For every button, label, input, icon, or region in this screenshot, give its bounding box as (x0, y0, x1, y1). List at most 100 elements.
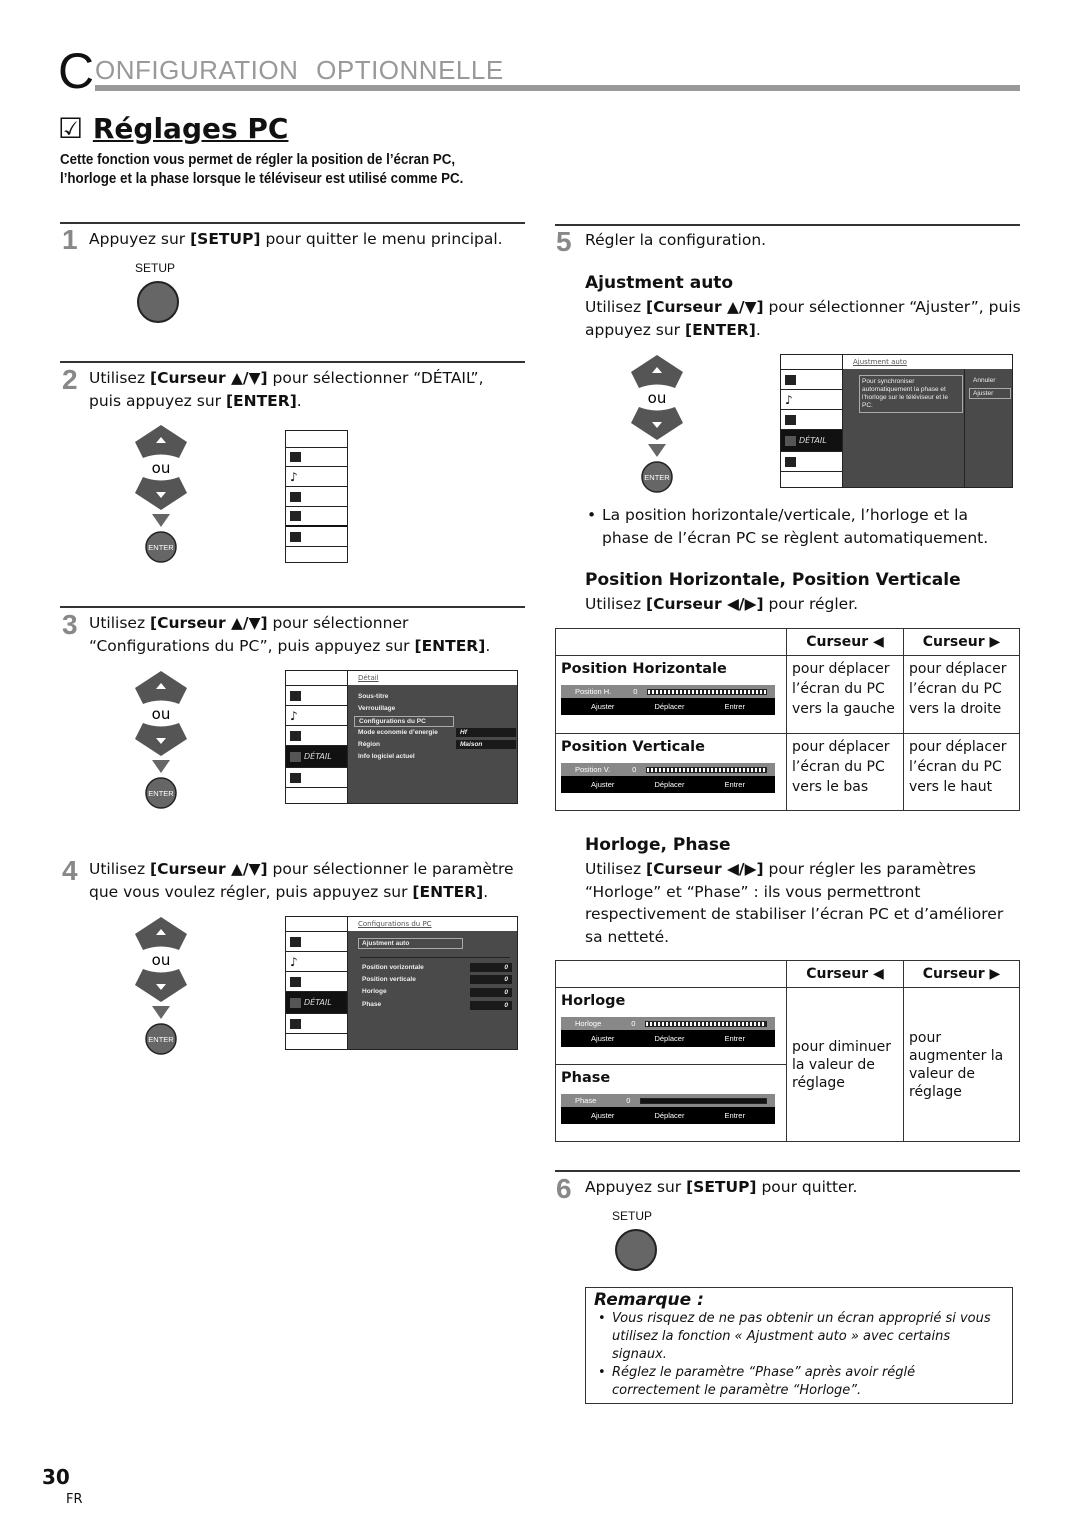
cell: pour déplacer l’écran du PC vers le bas (786, 733, 904, 811)
note-box: Remarque : Vous risquez de ne pas obteni… (585, 1287, 1013, 1404)
music-note-icon: ♪ (785, 392, 793, 407)
arrow-down-icon (648, 444, 666, 457)
slider[interactable] (640, 1097, 767, 1104)
cell: pour augmenter la valeur de réglage (903, 987, 1020, 1142)
menu-item[interactable]: Position vorizontale (362, 964, 424, 971)
menu-item[interactable]: Info logiciel actuel (358, 753, 415, 760)
position-table: Curseur ◀ Curseur ▶ Position Horizontale … (555, 628, 1020, 811)
menu-item[interactable]: Sous-titre (358, 693, 388, 700)
note-item: Réglez le paramètre “Phase” après avoir … (594, 1364, 1004, 1400)
menu-picture[interactable] (286, 686, 347, 706)
panel-title: Configurations du PC (348, 917, 517, 931)
auto-panel: Ajustment auto Pour synchroniser automat… (843, 355, 1012, 487)
menu-detail[interactable]: DÉTAIL (286, 992, 347, 1014)
picture-icon (290, 690, 301, 701)
auto-adjust-item[interactable]: Ajustment auto (358, 938, 463, 949)
menu-channel[interactable] (781, 410, 842, 430)
menu-item[interactable]: Horloge (362, 988, 387, 995)
menu-picture[interactable] (781, 370, 842, 390)
menu-channel[interactable] (286, 487, 347, 507)
header-initial: C (58, 43, 95, 99)
menu-detail[interactable]: DÉTAIL (781, 430, 842, 452)
cell: pour déplacer l’écran du PC vers le haut (903, 733, 1020, 811)
remote-cursor-enter: ou ENTER (135, 425, 187, 563)
menu-item[interactable]: Phase (362, 1001, 381, 1008)
slider[interactable] (646, 766, 767, 773)
menu-language[interactable] (286, 527, 347, 547)
position-heading: Position Horizontale, Position Verticale (585, 570, 961, 590)
music-note-icon: ♪ (290, 708, 298, 723)
menu-item[interactable]: Verrouillage (358, 705, 395, 712)
cell: pour diminuer la valeur de réglage (786, 987, 904, 1142)
menu-item[interactable]: Mode economie d’energie (358, 729, 438, 736)
language-code: FR (66, 1492, 83, 1507)
page-number: 30 (42, 1465, 70, 1489)
slider[interactable] (645, 1020, 767, 1027)
menu-sound[interactable]: ♪ (286, 706, 347, 726)
arrow-down-icon (152, 1006, 170, 1019)
divider (60, 361, 525, 363)
edit-icon (290, 772, 301, 783)
slider[interactable] (647, 688, 767, 695)
menu-channel[interactable] (286, 726, 347, 746)
setup-button[interactable] (137, 281, 179, 323)
menu-sidebar: ♪ (285, 430, 348, 563)
divider (60, 606, 525, 608)
menu-language[interactable] (286, 1014, 347, 1034)
step-1-text: Appuyez sur [SETUP] pour quitter le menu… (89, 230, 503, 248)
step-number: 1 (62, 224, 78, 255)
clock-heading: Horloge, Phase (585, 835, 731, 855)
step-number: 2 (62, 364, 78, 395)
step-5-text: Régler la configuration. (585, 231, 767, 249)
panel-title: Détail (348, 671, 517, 685)
row-label: Horloge (561, 993, 626, 1009)
menu-value: 0 (470, 988, 512, 997)
intro-text: Cette fonction vous permet de régler la … (60, 152, 464, 187)
row-label: Position Verticale (561, 739, 705, 755)
position-text: Utilisez [Curseur ◀/▶] pour régler. (585, 595, 859, 613)
menu-language[interactable] (286, 768, 347, 788)
setup-label: SETUP (135, 261, 176, 275)
arrow-down-icon (152, 760, 170, 773)
remote-cursor-enter: ou ENTER (135, 917, 187, 1055)
menu-value: 0 (470, 975, 512, 984)
cancel-option[interactable]: Annuler (973, 377, 995, 384)
list-icon (290, 491, 301, 502)
menu-detail[interactable] (286, 507, 347, 527)
menu-picture[interactable] (286, 448, 347, 467)
setup-button[interactable] (615, 1229, 657, 1271)
menu-language[interactable] (781, 452, 842, 472)
osd-position-h: Position H. 0 Ajuster Déplacer Entrer (561, 685, 775, 715)
detail-icon (290, 997, 301, 1008)
menu-channel[interactable] (286, 972, 347, 992)
setup-label: SETUP (612, 1209, 653, 1223)
table-row: Position Verticale Position V. 0 Ajuster Dé… (555, 733, 1020, 811)
enter-label: ENTER (148, 543, 174, 552)
col-cursor-right: Curseur ▶ (903, 628, 1020, 656)
osd-clock: Horloge 0 Ajuster Déplacer Entrer (561, 1017, 775, 1047)
osd-phase: Phase 0 Ajuster Déplacer Entrer (561, 1094, 775, 1124)
enter-label: ENTER (644, 473, 670, 482)
menu-sound[interactable]: ♪ (781, 390, 842, 410)
menu-value: 0 (470, 1001, 512, 1010)
menu-picture[interactable] (286, 932, 347, 952)
menu-value: Hf (456, 728, 516, 737)
auto-text: Utilisez [Curseur ▲/▼] pour sélectionner… (585, 298, 1021, 339)
divider (555, 1170, 1020, 1172)
edit-icon (290, 531, 301, 542)
divider (60, 222, 525, 224)
menu-detail[interactable]: DÉTAIL (286, 746, 347, 768)
menu-item[interactable]: Position verticale (362, 976, 416, 983)
pc-settings-menu: ♪ DÉTAIL Configurations du PC Ajustment … (285, 916, 518, 1050)
or-label: ou (152, 951, 171, 969)
divider (555, 224, 1020, 226)
auto-heading: Ajustment auto (585, 273, 734, 293)
menu-value: Maison (456, 740, 516, 749)
menu-sound[interactable]: ♪ (286, 952, 347, 972)
menu-item[interactable]: Région (358, 741, 380, 748)
menu-sound[interactable]: ♪ (286, 467, 347, 487)
adjust-option[interactable]: Ajuster (969, 388, 1011, 399)
menu-item-selected[interactable]: Configurations du PC (354, 716, 454, 727)
auto-description: Pour synchroniser automatiquement la pha… (859, 375, 963, 413)
detail-icon (290, 511, 301, 521)
